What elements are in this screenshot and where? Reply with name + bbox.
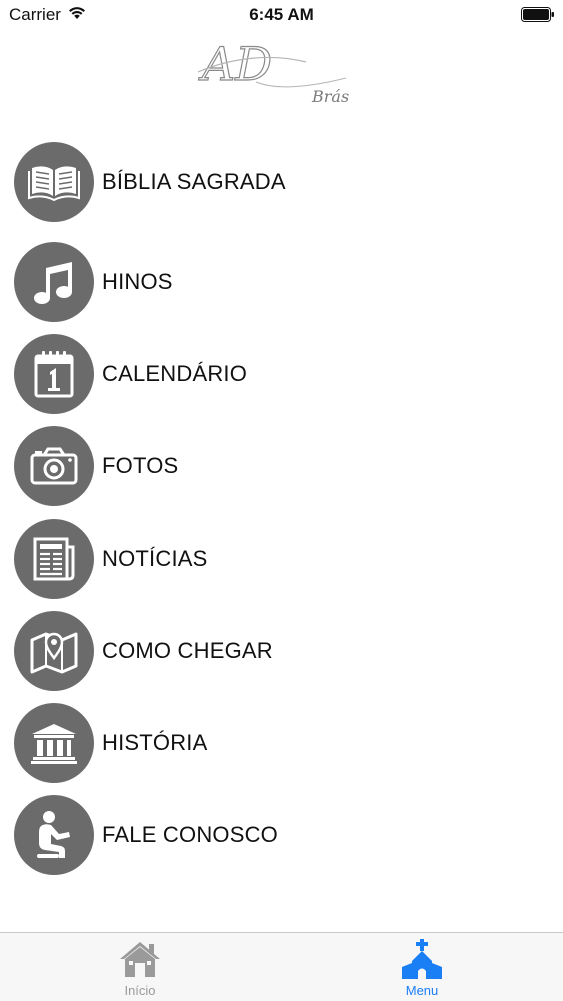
tab-menu[interactable]: Menu (362, 933, 482, 1001)
bible-icon (28, 166, 80, 202)
menu-item-como-chegar[interactable]: COMO CHEGAR (14, 611, 534, 691)
tab-bar: Início Menu (0, 932, 563, 1001)
church-icon (402, 939, 442, 979)
menu-item-label: FALE CONOSCO (102, 822, 278, 847)
status-time: 6:45 AM (249, 5, 314, 24)
menu-item-biblia[interactable]: BÍBLIA SAGRADA (14, 142, 534, 222)
menu-item-fotos[interactable]: FOTOS (14, 426, 534, 506)
tab-label: Início (124, 983, 156, 998)
calendar-icon (34, 351, 74, 398)
logo-subtitle: Brás (311, 87, 349, 106)
menu-item-hinos[interactable]: HINOS (14, 242, 534, 322)
praying-person-icon (37, 811, 70, 858)
menu-item-label: FOTOS (102, 453, 179, 478)
battery-icon (521, 7, 554, 22)
map-pin-icon (30, 632, 78, 674)
menu-item-label: HISTÓRIA (102, 730, 208, 755)
menu-item-calendario[interactable]: CALENDÁRIO (14, 334, 534, 414)
newspaper-icon (33, 537, 75, 581)
menu-item-label: HINOS (102, 269, 173, 294)
menu-item-label: CALENDÁRIO (102, 361, 248, 386)
menu-item-label: BÍBLIA SAGRADA (102, 169, 286, 194)
menu-item-fale-conosco[interactable]: FALE CONOSCO (14, 795, 534, 875)
menu-item-noticias[interactable]: NOTÍCIAS (14, 519, 534, 599)
app-logo: AD Brás (197, 36, 349, 106)
tab-label: Menu (405, 983, 439, 998)
home-icon (120, 942, 160, 977)
music-note-icon (34, 262, 72, 304)
menu-item-historia[interactable]: HISTÓRIA (14, 703, 534, 783)
museum-icon (31, 724, 77, 764)
camera-icon (30, 447, 78, 485)
status-bar: Carrier 6:45 AM (0, 0, 563, 30)
tab-inicio[interactable]: Início (80, 933, 200, 1001)
menu-item-label: COMO CHEGAR (102, 638, 273, 663)
logo-letters: AD (198, 37, 272, 91)
menu-item-label: NOTÍCIAS (102, 546, 208, 571)
